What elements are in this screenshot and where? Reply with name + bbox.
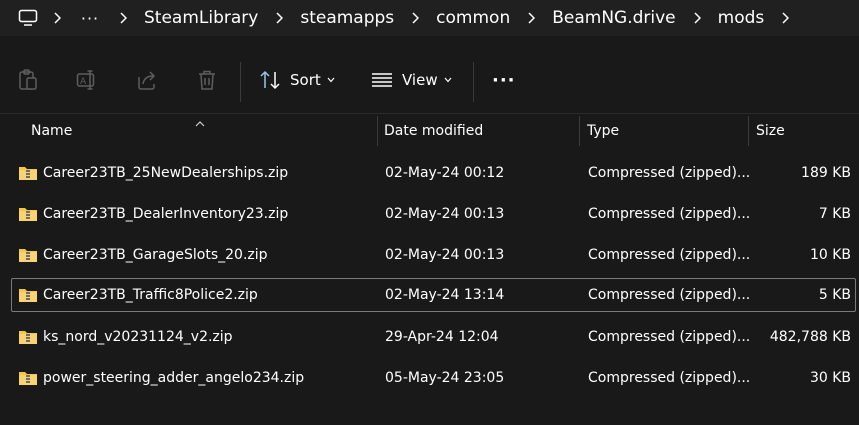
breadcrumb-overflow[interactable]: ···	[72, 9, 108, 28]
zip-folder-icon	[18, 370, 38, 386]
file-type: Compressed (zipped)...	[588, 206, 751, 222]
file-size: 5 KB	[818, 287, 851, 303]
chevron-right-icon[interactable]	[108, 3, 138, 33]
zip-folder-icon	[18, 206, 38, 222]
file-name: power_steering_adder_angelo234.zip	[43, 370, 305, 386]
chevron-down-icon	[327, 77, 335, 83]
delete-button[interactable]	[195, 62, 219, 98]
zip-folder-icon	[18, 287, 38, 303]
breadcrumb-steamlibrary[interactable]: SteamLibrary	[138, 3, 264, 33]
share-button[interactable]	[135, 62, 159, 98]
sort-button[interactable]: Sort	[258, 62, 335, 98]
column-header-date[interactable]: Date modified	[384, 114, 483, 148]
file-row[interactable]: Career23TB_GarageSlots_20.zip 02-May-24 …	[11, 238, 856, 272]
file-date: 02-May-24 00:13	[385, 247, 505, 263]
view-list-icon	[370, 68, 394, 92]
sort-label: Sort	[290, 71, 321, 89]
file-name: Career23TB_25NewDealerships.zip	[43, 165, 289, 181]
address-bar[interactable]: ··· SteamLibrary steamapps common BeamNG…	[0, 0, 859, 36]
file-row[interactable]: ks_nord_v20231124_v2.zip 29-Apr-24 12:04…	[11, 320, 856, 354]
paste-icon	[16, 68, 40, 92]
trash-icon	[195, 68, 219, 92]
toolbar-divider	[473, 62, 474, 102]
chevron-right-icon[interactable]	[42, 3, 72, 33]
column-headers: Name Date modified Type Size	[0, 114, 859, 148]
file-type: Compressed (zipped)...	[588, 247, 751, 263]
file-row[interactable]: Career23TB_DealerInventory23.zip 02-May-…	[11, 197, 856, 231]
column-header-size[interactable]: Size	[756, 114, 785, 148]
column-header-name[interactable]: Name	[31, 114, 72, 148]
file-size: 10 KB	[809, 247, 851, 263]
file-name: Career23TB_GarageSlots_20.zip	[43, 247, 268, 263]
rename-icon: A	[75, 68, 99, 92]
sort-ascending-icon	[195, 115, 205, 131]
file-date: 02-May-24 00:12	[385, 165, 505, 181]
command-bar: A Sort View ···	[0, 46, 859, 114]
this-pc-icon[interactable]	[14, 4, 42, 32]
file-name: ks_nord_v20231124_v2.zip	[43, 329, 233, 345]
chevron-right-icon[interactable]	[682, 3, 712, 33]
file-name: Career23TB_Traffic8Police2.zip	[43, 287, 258, 303]
more-icon: ···	[492, 69, 516, 91]
view-label: View	[402, 71, 438, 89]
chevron-down-icon	[444, 77, 452, 83]
breadcrumb-steamapps[interactable]: steamapps	[294, 3, 400, 33]
chevron-right-icon[interactable]	[516, 3, 546, 33]
breadcrumb-mods[interactable]: mods	[712, 3, 771, 33]
svg-text:A: A	[80, 77, 87, 87]
chevron-right-icon[interactable]	[770, 3, 800, 33]
chevron-right-icon[interactable]	[264, 3, 294, 33]
column-resize-handle[interactable]	[377, 116, 378, 146]
file-name: Career23TB_DealerInventory23.zip	[43, 206, 289, 222]
file-row-focused[interactable]: Career23TB_Traffic8Police2.zip 02-May-24…	[11, 278, 856, 312]
breadcrumb-common[interactable]: common	[430, 3, 516, 33]
column-resize-handle[interactable]	[748, 116, 749, 146]
breadcrumb-beamng[interactable]: BeamNG.drive	[546, 3, 681, 33]
file-size: 30 KB	[809, 370, 851, 386]
file-size: 482,788 KB	[769, 329, 851, 345]
paste-button[interactable]	[16, 62, 40, 98]
view-button[interactable]: View	[370, 62, 452, 98]
sort-icon	[258, 68, 282, 92]
zip-folder-icon	[18, 247, 38, 263]
file-row[interactable]: Career23TB_25NewDealerships.zip 02-May-2…	[11, 156, 856, 190]
zip-folder-icon	[18, 329, 38, 345]
file-date: 29-Apr-24 12:04	[385, 329, 499, 345]
column-header-type[interactable]: Type	[587, 114, 619, 148]
share-icon	[135, 68, 159, 92]
chevron-right-icon[interactable]	[400, 3, 430, 33]
zip-folder-icon	[18, 165, 38, 181]
file-size: 189 KB	[801, 165, 851, 181]
file-date: 02-May-24 13:14	[385, 287, 505, 303]
file-type: Compressed (zipped)...	[588, 329, 751, 345]
file-type: Compressed (zipped)...	[588, 287, 751, 303]
file-date: 05-May-24 23:05	[385, 370, 505, 386]
file-row[interactable]: power_steering_adder_angelo234.zip 05-Ma…	[11, 361, 856, 395]
file-size: 7 KB	[818, 206, 851, 222]
column-resize-handle[interactable]	[579, 116, 580, 146]
rename-button[interactable]: A	[75, 62, 99, 98]
toolbar-divider	[240, 62, 241, 102]
file-date: 02-May-24 00:13	[385, 206, 505, 222]
see-more-button[interactable]: ···	[492, 62, 516, 98]
file-type: Compressed (zipped)...	[588, 370, 751, 386]
file-type: Compressed (zipped)...	[588, 165, 751, 181]
